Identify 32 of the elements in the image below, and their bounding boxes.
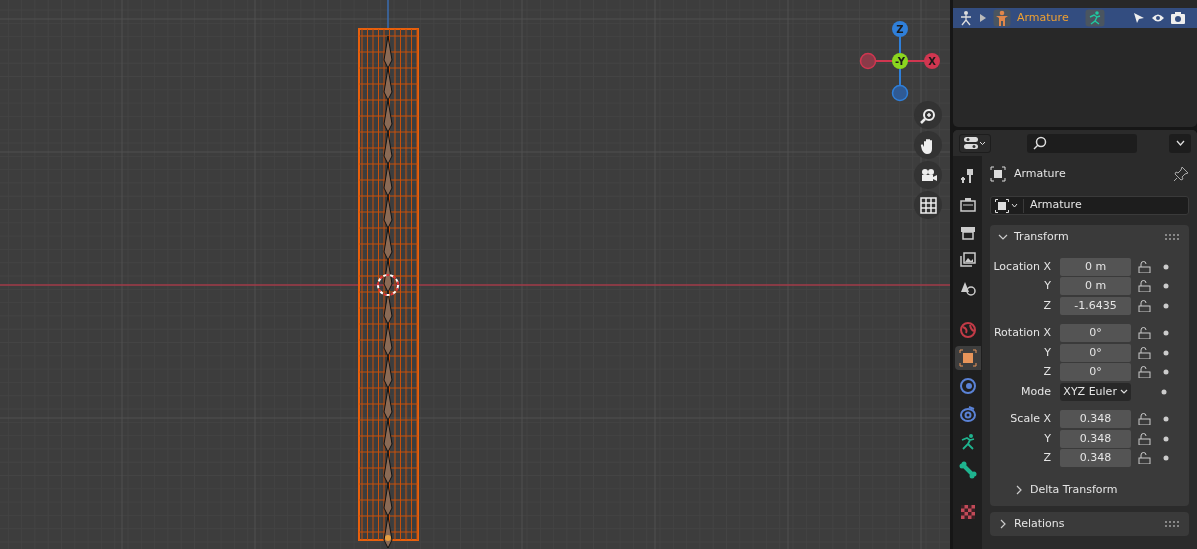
number-field[interactable]: 0 m: [1060, 257, 1131, 276]
field-label: Z: [1042, 297, 1052, 314]
field-label: Scale X: [1009, 411, 1052, 427]
panel-title[interactable]: Relations: [1014, 515, 1065, 533]
number-field[interactable]: 0°: [1060, 324, 1131, 343]
number-field[interactable]: 0.348: [1060, 410, 1131, 429]
axis-handle[interactable]: Z: [892, 21, 908, 37]
field-value: Armature: [1029, 197, 1082, 214]
field-label: Y: [1043, 278, 1052, 294]
dropdown-value: XYZ Euler: [1063, 383, 1117, 400]
number-field[interactable]: 0.348: [1060, 429, 1131, 448]
outliner-row[interactable]: Armature: [953, 8, 1197, 28]
field-label: Y: [1043, 344, 1052, 361]
field-label: Z: [1042, 364, 1052, 380]
object-name[interactable]: Armature: [1017, 9, 1079, 27]
number-field[interactable]: 0°: [1060, 363, 1131, 382]
subpanel-title[interactable]: Delta Transform: [1030, 481, 1118, 499]
field-label: Location X: [992, 258, 1052, 275]
mode-dropdown[interactable]: XYZ Euler: [1060, 382, 1131, 401]
field-label: Z: [1042, 450, 1052, 466]
number-field[interactable]: 0 m: [1060, 277, 1131, 296]
name-field[interactable]: Armature: [990, 196, 1189, 215]
field-label: Rotation X: [992, 325, 1052, 341]
number-field[interactable]: -1.6435: [1060, 296, 1131, 315]
axis-handle[interactable]: X: [924, 53, 940, 69]
axis-handle[interactable]: -Y: [892, 53, 908, 69]
field-label: Mode: [1020, 383, 1052, 400]
object-title: Armature: [1014, 165, 1066, 182]
panel-title[interactable]: Transform: [1014, 228, 1069, 246]
number-field[interactable]: 0.348: [1060, 449, 1131, 468]
number-field[interactable]: 0°: [1060, 343, 1131, 362]
field-label: Y: [1043, 430, 1052, 447]
